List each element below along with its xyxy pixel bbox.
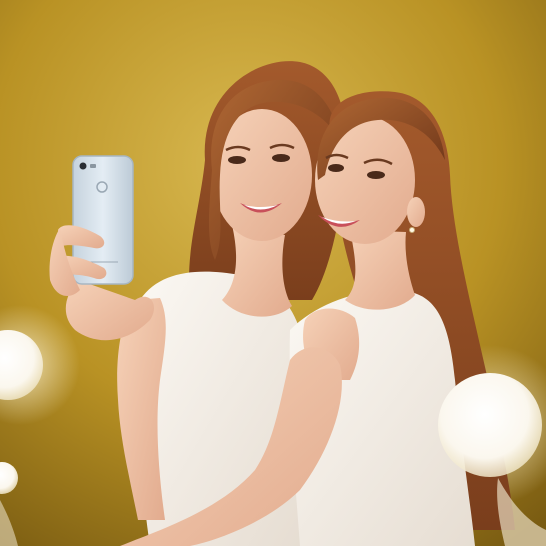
photo-scene <box>0 0 546 546</box>
woman-left-eye-right <box>272 154 290 162</box>
woman-right-eye-left <box>328 164 344 172</box>
flash-icon <box>90 164 96 168</box>
woman-right-ear <box>407 197 425 227</box>
light-bulb-right <box>438 373 542 477</box>
earring-icon <box>409 227 415 233</box>
camera-lens-icon <box>79 162 87 170</box>
woman-left-eye-left <box>228 156 246 164</box>
photo-illustration <box>0 0 546 546</box>
woman-right-eye-right <box>367 171 385 179</box>
